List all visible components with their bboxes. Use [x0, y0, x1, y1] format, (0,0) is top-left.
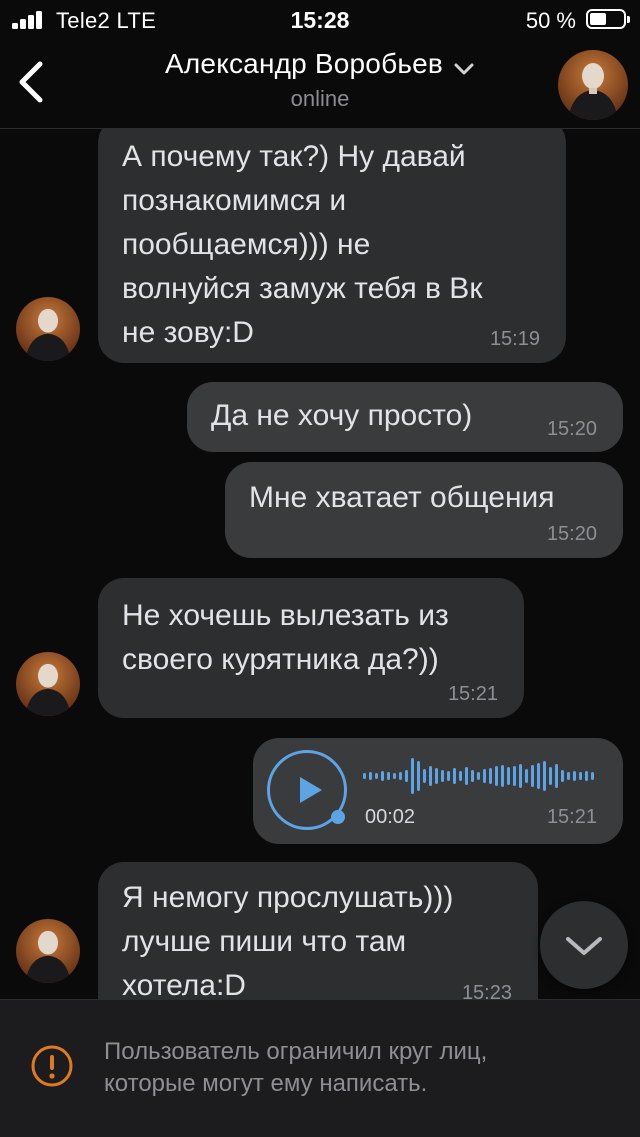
- waveform-bar: [507, 767, 510, 785]
- waveform-bar: [465, 767, 468, 785]
- chevron-down-icon: [566, 937, 602, 955]
- waveform-bar: [435, 768, 438, 784]
- back-button[interactable]: [14, 58, 54, 106]
- waveform-bar: [573, 771, 576, 781]
- message-text: Да не хочу просто): [211, 399, 473, 432]
- waveform-bar: [585, 771, 588, 781]
- waveform-bar: [471, 770, 474, 782]
- message-bubble-incoming[interactable]: Не хочешь вылезать из своего курятника д…: [98, 578, 524, 718]
- waveform-bar: [411, 758, 414, 794]
- chat-header: Александр Воробьев online: [0, 40, 640, 129]
- waveform-bar: [375, 773, 378, 779]
- status-bar: Tele2 LTE 15:28 50 %: [0, 0, 640, 40]
- voice-message-bubble[interactable]: 00:02 15:21: [253, 738, 623, 844]
- waveform-bar: [417, 761, 420, 791]
- contact-status: online: [290, 86, 350, 111]
- sender-avatar[interactable]: [16, 919, 80, 983]
- message-text: Не хочешь вылезать из своего курятника д…: [122, 599, 449, 676]
- message-time: 15:21: [546, 806, 597, 828]
- waveform-bar: [591, 772, 594, 780]
- scroll-to-bottom-button[interactable]: [540, 901, 628, 989]
- chat-title-button[interactable]: Александр Воробьев online: [120, 48, 520, 112]
- waveform-bar: [495, 766, 498, 786]
- warning-icon: [31, 1045, 73, 1087]
- message-list[interactable]: А почему так?) Ну давай познакомимся и п…: [0, 129, 640, 999]
- message-text: Мне хватает общения: [249, 481, 555, 514]
- waveform-bar: [501, 765, 504, 787]
- waveform-bar: [405, 770, 408, 782]
- message-bubble-incoming[interactable]: А почему так?) Ну давай познакомимся и п…: [98, 129, 566, 363]
- waveform-bar: [447, 771, 450, 781]
- messaging-restricted-banner: Пользователь ограничил круг лиц, которые…: [0, 999, 640, 1137]
- waveform-bar: [525, 769, 528, 783]
- waveform-bar: [531, 765, 534, 787]
- unplayed-indicator-dot: [331, 810, 345, 824]
- waveform-bar: [393, 773, 396, 779]
- waveform-bar: [441, 770, 444, 782]
- sender-avatar[interactable]: [16, 652, 80, 716]
- waveform-bar: [369, 772, 372, 780]
- contact-name: Александр Воробьев: [165, 48, 443, 79]
- waveform-bar: [429, 766, 432, 786]
- battery-percent: 50 %: [525, 8, 576, 33]
- waveform-bar: [537, 763, 540, 789]
- waveform-bar: [561, 770, 564, 782]
- message-time: 15:21: [447, 683, 498, 705]
- waveform-bar: [549, 767, 552, 785]
- message-bubble-outgoing[interactable]: Да не хочу просто) 15:20: [187, 382, 623, 452]
- restriction-notice: Пользователь ограничил круг лиц, которые…: [104, 1038, 488, 1097]
- message-bubble-incoming[interactable]: Я немогу прослушать))) лучше пиши что та…: [98, 862, 538, 999]
- waveform-bar: [519, 764, 522, 788]
- waveform-bar: [489, 768, 492, 784]
- battery-icon: [586, 9, 630, 29]
- waveform-bar: [381, 771, 384, 781]
- waveform-bar: [543, 761, 546, 791]
- waveform-bar: [459, 771, 462, 781]
- chevron-down-icon: [454, 63, 474, 75]
- sender-avatar[interactable]: [16, 297, 80, 361]
- waveform-bar: [477, 772, 480, 780]
- contact-avatar[interactable]: [558, 50, 628, 120]
- waveform-bar: [579, 772, 582, 780]
- waveform-bar: [555, 764, 558, 788]
- message-time: 15:20: [546, 418, 597, 440]
- voice-waveform[interactable]: [363, 756, 595, 796]
- waveform-bar: [513, 766, 516, 786]
- chevron-left-icon: [19, 61, 43, 103]
- waveform-bar: [363, 773, 366, 779]
- message-time: 15:19: [489, 328, 540, 350]
- waveform-bar: [423, 769, 426, 783]
- waveform-bar: [399, 772, 402, 780]
- message-text: Я немогу прослушать))) лучше пиши что та…: [122, 881, 454, 999]
- message-text: А почему так?) Ну давай познакомимся и п…: [122, 140, 483, 349]
- message-time: 15:23: [461, 982, 512, 999]
- message-bubble-outgoing[interactable]: Мне хватает общения 15:20: [225, 462, 623, 558]
- waveform-bar: [387, 772, 390, 780]
- voice-duration: 00:02: [365, 806, 416, 828]
- waveform-bar: [567, 772, 570, 780]
- message-time: 15:20: [546, 523, 597, 545]
- waveform-bar: [453, 768, 456, 784]
- waveform-bar: [483, 769, 486, 783]
